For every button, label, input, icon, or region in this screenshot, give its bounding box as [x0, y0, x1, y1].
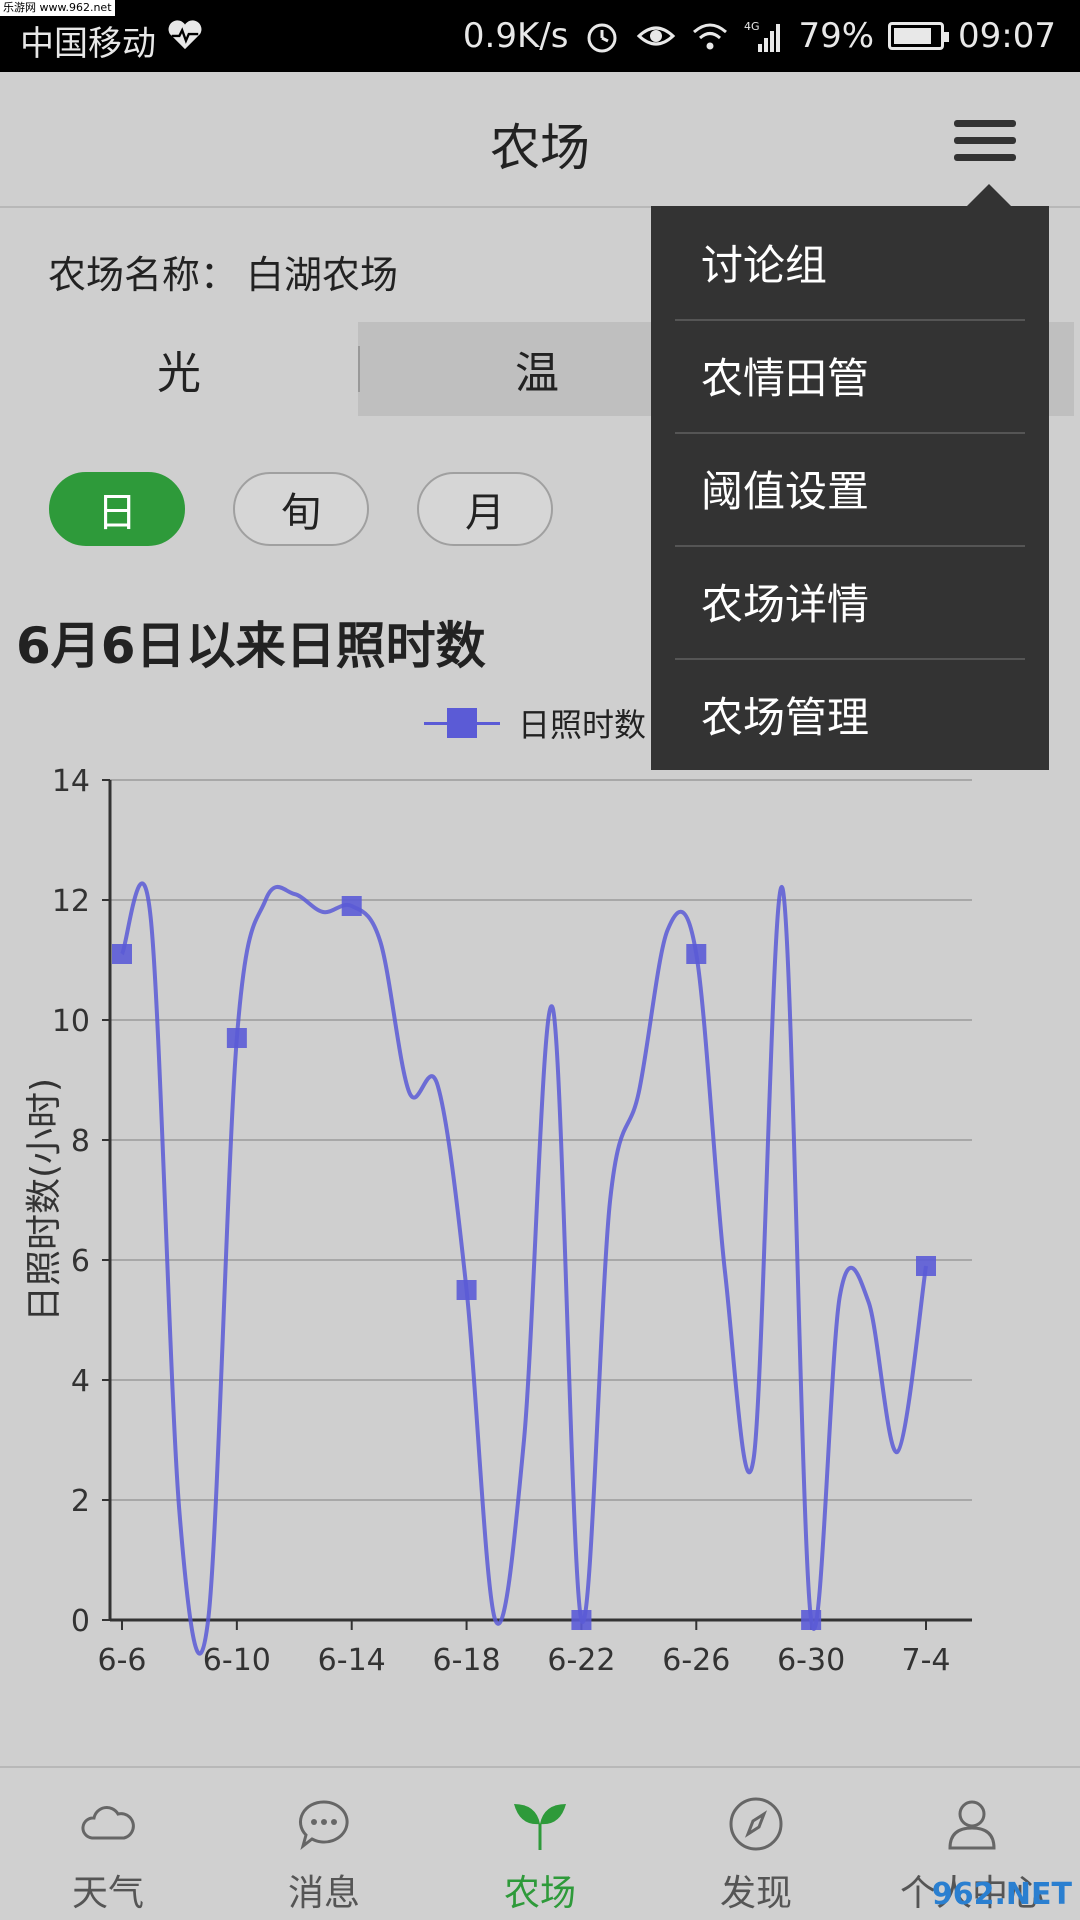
bottom-nav: 天气 消息 农场 发现 个人中心 962.NET — [0, 1766, 1080, 1920]
hamburger-icon-line — [954, 137, 1016, 144]
data-point — [571, 1610, 592, 1630]
carrier-name: 中国移动 — [20, 24, 156, 64]
nav-messages[interactable]: 消息 — [216, 1768, 432, 1920]
x-tick-label: 6-26 — [662, 1643, 730, 1678]
y-tick-label: 6 — [71, 1244, 90, 1279]
watermark: 乐游网 www.962.net — [0, 0, 115, 16]
menu-item-field-management[interactable]: 农情田管 — [651, 319, 1049, 432]
x-tick-label: 6-6 — [98, 1643, 147, 1678]
y-tick-label: 14 — [52, 764, 90, 799]
cloud-icon — [81, 1806, 135, 1840]
heart-pulse-icon — [168, 20, 202, 50]
nav-weather[interactable]: 天气 — [0, 1768, 216, 1920]
data-point — [112, 944, 132, 964]
data-point — [801, 1610, 822, 1630]
sprout-icon — [514, 1804, 566, 1850]
network-speed: 0.9K/s — [462, 16, 569, 56]
wifi-icon — [693, 23, 728, 50]
menu-item-threshold-settings[interactable]: 阈值设置 — [651, 432, 1049, 545]
farm-name-value: 白湖农场 — [246, 253, 399, 297]
hamburger-icon — [954, 120, 1016, 127]
series-line — [120, 881, 928, 1656]
y-tick-label: 0 — [71, 1604, 90, 1639]
clock: 09:07 — [958, 16, 1056, 56]
nav-label: 天气 — [71, 1873, 144, 1914]
x-tick-label: 6-22 — [547, 1643, 615, 1678]
data-point — [226, 1028, 247, 1048]
sunshine-hours-chart: 0 2 4 6 8 10 12 14 6-6 6-10 6-14 6-18 6-22 6-26 6-30 7-… — [24, 764, 972, 1678]
page-title: 农场 — [490, 119, 590, 177]
period-day-button[interactable]: 日 — [49, 472, 185, 546]
app-header: 农场 — [0, 72, 1080, 208]
chart-title: 6月6日以来日照时数 — [16, 617, 486, 675]
nav-discover[interactable]: 发现 — [648, 1768, 864, 1920]
nav-label: 发现 — [719, 1873, 792, 1914]
y-tick-label: 12 — [52, 884, 90, 919]
y-tick-label: 8 — [71, 1124, 90, 1159]
x-tick-label: 6-30 — [777, 1643, 845, 1678]
hamburger-icon-line — [954, 154, 1016, 161]
eye-icon — [637, 26, 676, 46]
status-right: 0.9K/s 4G 79% 09:07 — [463, 16, 1056, 56]
farm-name: 农场名称： 白湖农场 — [48, 244, 398, 299]
x-tick-label: 7-4 — [902, 1643, 951, 1678]
data-point — [916, 1256, 936, 1276]
x-tick-label: 6-10 — [203, 1643, 271, 1678]
y-tick-label: 10 — [52, 1004, 90, 1039]
period-month-button[interactable]: 月 — [417, 472, 553, 546]
x-tick-label: 6-18 — [433, 1643, 501, 1678]
tab-light[interactable]: 光 — [0, 322, 358, 416]
dropdown-arrow — [967, 184, 1011, 206]
farm-name-label: 农场名称： — [48, 253, 239, 297]
data-point — [456, 1280, 477, 1300]
chat-icon — [299, 1800, 349, 1850]
alarm-icon — [587, 23, 617, 53]
network-type: 4G — [744, 20, 760, 33]
battery-icon — [888, 22, 950, 50]
dropdown-menu: 讨论组 农情田管 阈值设置 农场详情 农场管理 — [651, 184, 1049, 771]
menu-item-farm-management[interactable]: 农场管理 — [651, 658, 1049, 771]
menu-button[interactable] — [954, 120, 1016, 162]
nav-label: 消息 — [287, 1873, 360, 1914]
legend-marker — [424, 706, 500, 740]
user-icon — [948, 1800, 996, 1850]
nav-label: 农场 — [503, 1873, 576, 1914]
data-point — [341, 896, 362, 916]
compass-icon — [729, 1797, 783, 1851]
y-tick-label: 4 — [71, 1364, 90, 1399]
period-dekad-button[interactable]: 旬 — [233, 472, 369, 546]
battery-percent: 79% — [798, 16, 875, 56]
y-axis-label: 日照时数(小时) — [24, 1078, 65, 1322]
corner-watermark: 962.NET — [931, 1877, 1072, 1912]
menu-item-farm-details[interactable]: 农场详情 — [651, 545, 1049, 658]
nav-farm[interactable]: 农场 — [432, 1768, 648, 1920]
x-tick-label: 6-14 — [318, 1643, 386, 1678]
menu-item-discussion[interactable]: 讨论组 — [651, 206, 1049, 319]
signal-icon: 4G — [744, 20, 781, 52]
data-point — [686, 944, 707, 964]
y-tick-label: 2 — [71, 1484, 90, 1519]
status-bar: 乐游网 www.962.net 中国移动 0.9K/s 4G 79% 09:07 — [0, 0, 1080, 72]
